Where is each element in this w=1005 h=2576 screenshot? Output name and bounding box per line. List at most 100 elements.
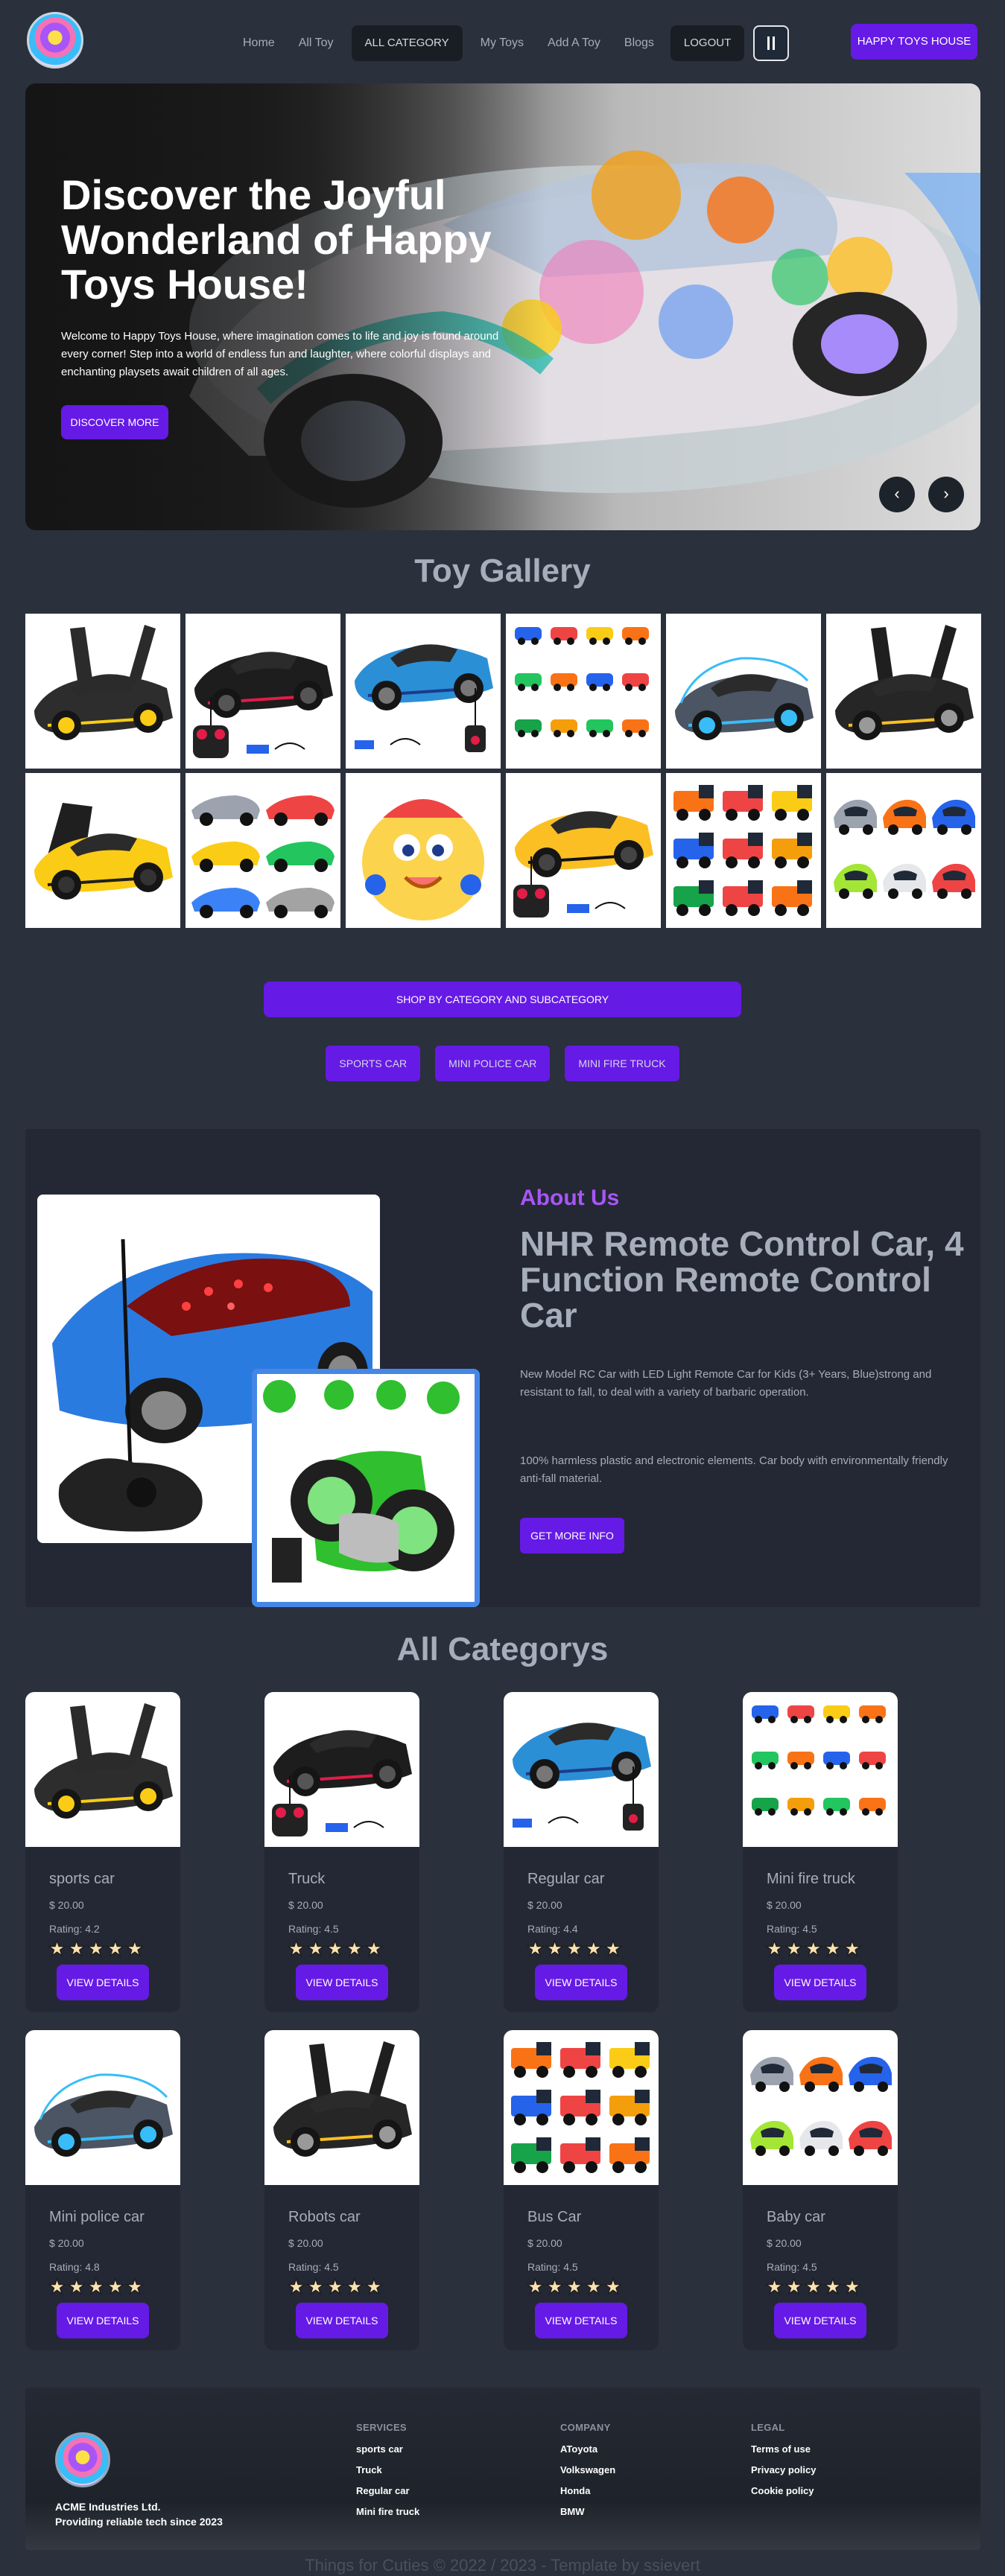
product-rating: Rating: 4.5: [527, 2261, 578, 2273]
product-price: $ 20.00: [288, 2237, 323, 2249]
nav-link-all-category[interactable]: ALL CATEGORY: [351, 25, 463, 61]
gallery-image: [186, 773, 340, 928]
tab-mini-fire-truck[interactable]: MINI FIRE TRUCK: [565, 1046, 679, 1081]
view-details-button[interactable]: VIEW DETAILS: [296, 2303, 388, 2338]
gallery-image: [506, 614, 661, 769]
gallery-image: [666, 773, 821, 928]
nav-link-all-toy[interactable]: All Toy: [287, 25, 346, 61]
view-details-button[interactable]: VIEW DETAILS: [774, 2303, 866, 2338]
footer-brand: ACME Industries Ltd. Providing reliable …: [55, 2499, 223, 2529]
product-name: Mini police car: [49, 2209, 145, 2225]
product-name: Mini fire truck: [767, 1871, 855, 1887]
product-rating: Rating: 4.8: [49, 2261, 100, 2273]
nav-link-blogs[interactable]: Blogs: [612, 25, 666, 61]
footer-link[interactable]: Terms of use: [751, 2439, 816, 2460]
brand-button[interactable]: HAPPY TOYS HOUSE: [851, 24, 977, 60]
star-rating-icon: ★★★★★: [47, 2274, 145, 2299]
view-details-button[interactable]: VIEW DETAILS: [774, 1965, 866, 2000]
product-image: [743, 1692, 898, 1847]
nav-link-home[interactable]: Home: [231, 25, 287, 61]
nav-link-my-toys[interactable]: My Toys: [469, 25, 536, 61]
product-price: $ 20.00: [767, 1899, 802, 1911]
gallery-image: [25, 614, 180, 769]
footer-link[interactable]: BMW: [560, 2502, 615, 2522]
product-image: [743, 2030, 898, 2185]
footer-brand-tagline: Providing reliable tech since 2023: [55, 2516, 223, 2528]
product-price: $ 20.00: [288, 1899, 323, 1911]
user-avatar[interactable]: [753, 25, 790, 61]
shop-by-category-bar: SHOP BY CATEGORY AND SUBCATEGORY: [264, 982, 741, 1017]
footer-link[interactable]: Volkswagen: [560, 2460, 615, 2481]
categories-title: All Categorys: [396, 1631, 609, 1667]
carousel-next-button[interactable]: ›: [928, 477, 964, 512]
logo-icon[interactable]: [27, 12, 83, 69]
footer-link[interactable]: sports car: [356, 2439, 419, 2460]
product-name: Regular car: [527, 1871, 605, 1887]
footer-logo-icon: [55, 2432, 110, 2487]
about-title: NHR Remote Control Car, 4 Function Remot…: [520, 1224, 964, 1335]
about-paragraph-2: 100% harmless plastic and electronic ele…: [520, 1454, 948, 1485]
discover-more-button[interactable]: DISCOVER MORE: [61, 405, 168, 439]
product-card: Mini police car $ 20.00 Rating: 4.8 ★★★★…: [25, 2030, 180, 2350]
product-card: Regular car $ 20.00 Rating: 4.4 ★★★★★ VI…: [504, 1692, 659, 2012]
gallery-image: [346, 614, 501, 769]
footer-link[interactable]: Regular car: [356, 2481, 419, 2502]
stunt-car-image: [252, 1369, 480, 1607]
product-name: Baby car: [767, 2209, 825, 2225]
product-price: $ 20.00: [49, 2237, 84, 2249]
view-details-button[interactable]: VIEW DETAILS: [535, 2303, 627, 2338]
footer-company: COMPANY AToyota Volkswagen Honda BMW: [560, 2422, 615, 2522]
view-details-button[interactable]: VIEW DETAILS: [296, 1965, 388, 2000]
footer-link[interactable]: Mini fire truck: [356, 2502, 419, 2522]
footer-legal-title: LEGAL: [751, 2422, 785, 2433]
product-image: [504, 1692, 659, 1847]
product-image: [504, 2030, 659, 2185]
product-image: [25, 1692, 180, 1847]
star-rating-icon: ★★★★★: [764, 2274, 863, 2299]
about-kicker: About Us: [520, 1186, 620, 1210]
tab-mini-police-car[interactable]: MINI POLICE CAR: [435, 1046, 551, 1081]
about-paragraph-1: New Model RC Car with LED Light Remote C…: [520, 1368, 932, 1399]
nav-link-add-toy[interactable]: Add A Toy: [536, 25, 612, 61]
logout-button[interactable]: LOGOUT: [670, 25, 745, 61]
footer-link[interactable]: Cookie policy: [751, 2481, 816, 2502]
star-rating-icon: ★★★★★: [525, 1936, 624, 1961]
gallery-image: [506, 773, 661, 928]
product-card: Baby car $ 20.00 Rating: 4.5 ★★★★★ VIEW …: [743, 2030, 898, 2350]
carousel-prev-button[interactable]: ‹: [879, 477, 915, 512]
footer-legal: LEGAL Terms of use Privacy policy Cookie…: [751, 2422, 816, 2502]
footer-link[interactable]: Truck: [356, 2460, 419, 2481]
toy-gallery: [25, 614, 981, 928]
product-rating: Rating: 4.5: [767, 2261, 817, 2273]
view-details-button[interactable]: VIEW DETAILS: [57, 1965, 149, 2000]
gallery-image: [186, 614, 340, 769]
category-tabs: SPORTS CAR MINI POLICE CAR MINI FIRE TRU…: [0, 1046, 1005, 1081]
hero-banner: Discover the Joyful Wonderland of Happy …: [25, 83, 980, 530]
gallery-image: [666, 614, 821, 769]
navbar: Home All Toy ALL CATEGORY My Toys Add A …: [0, 0, 1005, 83]
gallery-image: [346, 773, 501, 928]
gallery-image: [826, 773, 981, 928]
product-price: $ 20.00: [527, 1899, 562, 1911]
copyright: Things for Cuties © 2022 / 2023 - Templa…: [305, 2556, 700, 2575]
footer-link[interactable]: AToyota: [560, 2439, 615, 2460]
product-price: $ 20.00: [767, 2237, 802, 2249]
product-rating: Rating: 4.2: [49, 1923, 100, 1935]
product-image: [264, 2030, 419, 2185]
star-rating-icon: ★★★★★: [764, 1936, 863, 1961]
tab-sports-car[interactable]: SPORTS CAR: [326, 1046, 421, 1081]
footer-brand-name: ACME Industries Ltd.: [55, 2501, 161, 2513]
view-details-button[interactable]: VIEW DETAILS: [57, 2303, 149, 2338]
view-details-button[interactable]: VIEW DETAILS: [535, 1965, 627, 2000]
product-rating: Rating: 4.5: [288, 2261, 339, 2273]
product-rating: Rating: 4.5: [767, 1923, 817, 1935]
pause-icon: [767, 36, 776, 50]
product-name: Robots car: [288, 2209, 361, 2225]
get-more-info-button[interactable]: GET MORE INFO: [520, 1518, 624, 1553]
footer-link[interactable]: Privacy policy: [751, 2460, 816, 2481]
product-card: Bus Car $ 20.00 Rating: 4.5 ★★★★★ VIEW D…: [504, 2030, 659, 2350]
gallery-title: Toy Gallery: [414, 553, 591, 589]
footer-link[interactable]: Honda: [560, 2481, 615, 2502]
nav-links: Home All Toy ALL CATEGORY My Toys Add A …: [231, 25, 790, 61]
product-rating: Rating: 4.4: [527, 1923, 578, 1935]
